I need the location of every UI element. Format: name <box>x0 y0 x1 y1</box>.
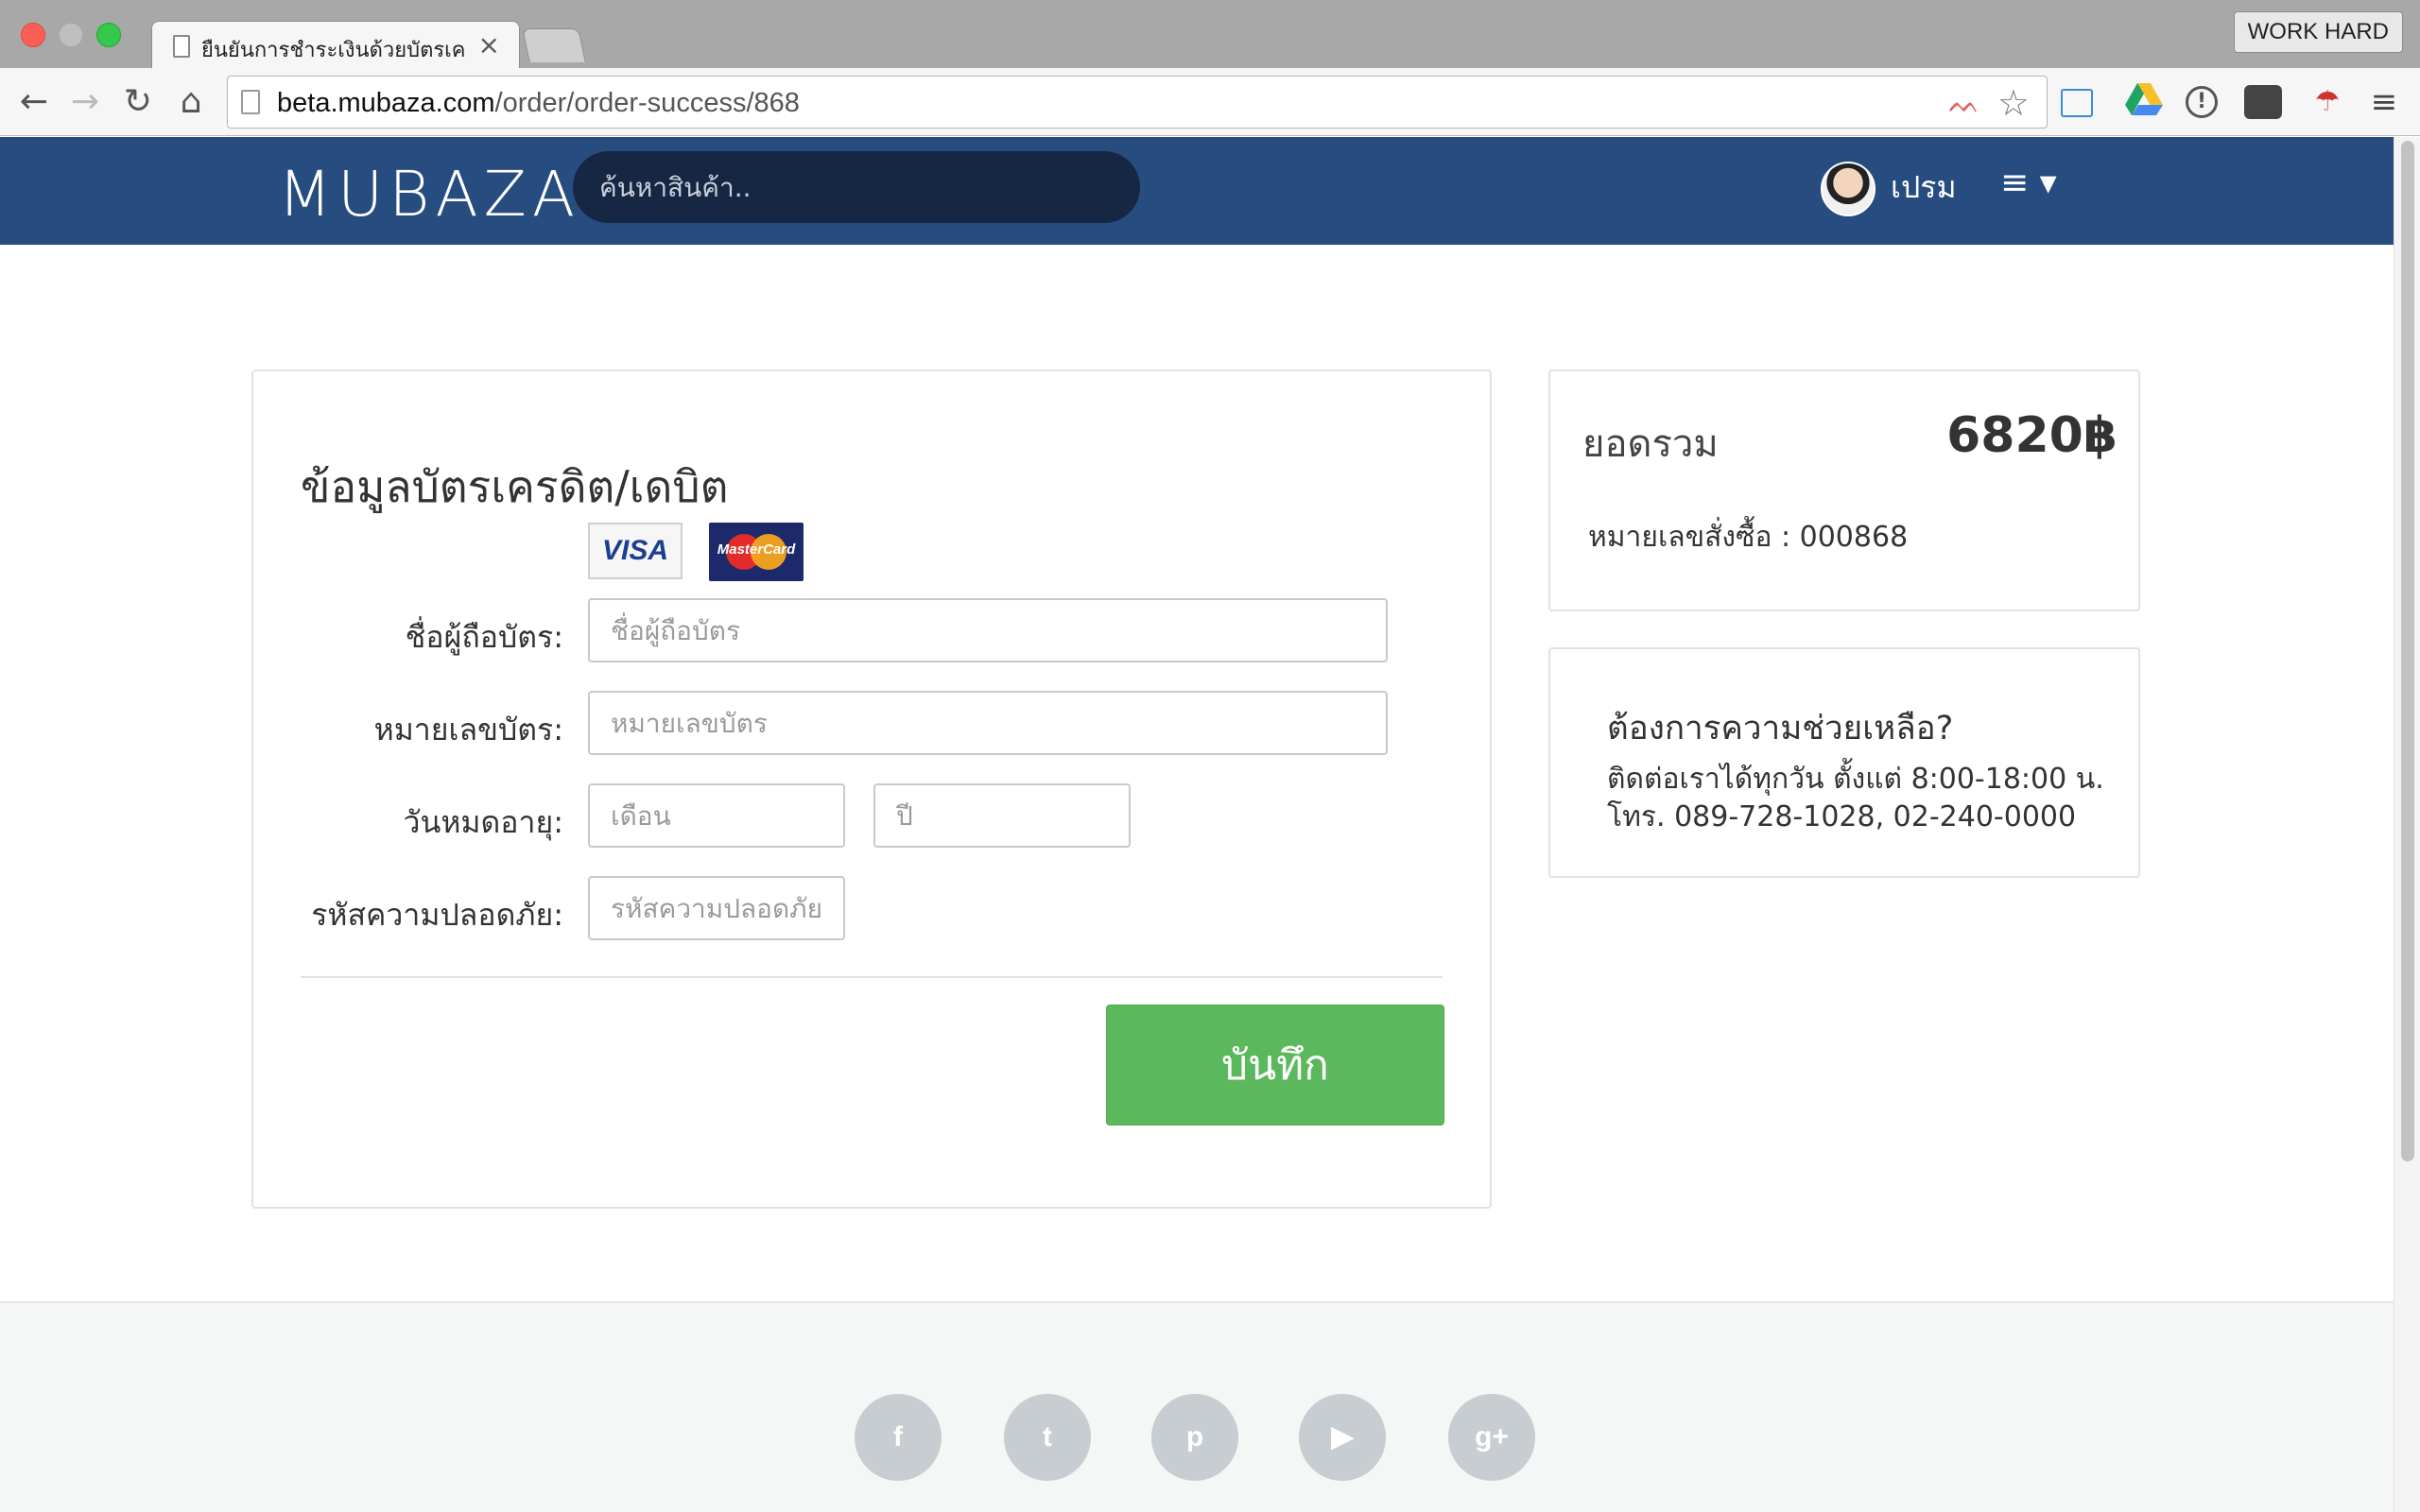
hamburger-menu-icon[interactable]: ≡ ▾ <box>2000 163 2057 202</box>
card-number-field[interactable] <box>588 691 1388 755</box>
username[interactable]: เปรม <box>1891 163 1957 212</box>
total-label: ยอดรวม <box>1582 422 1719 466</box>
expiry-label: วันหมดอายุ: <box>403 804 563 840</box>
url-path: /order/order-success/868 <box>494 88 800 118</box>
credit-card-form-panel: ข้อมูลบัตรเครดิต/เดบิต VISA MasterCard ช… <box>251 369 1492 1209</box>
google-plus-icon[interactable]: g+ <box>1448 1394 1535 1481</box>
page-viewport: MUBAZA เปรม ≡ ▾ ข้อมูลบัตรเครดิต/เดบิต V… <box>0 137 2394 1512</box>
google-drive-icon-svg <box>2125 83 2163 115</box>
cardnumber-label: หมายเลขบัตร: <box>373 712 563 747</box>
umbrella-extension-icon[interactable]: ☂ <box>2307 81 2348 123</box>
help-panel: ต้องการความช่วยเหลือ? ติดต่อเราได้ทุกวัน… <box>1548 647 2140 878</box>
browser-tabstrip: ยืนยันการชำระเงินด้วยบัตรเครดิ × WORK HA… <box>0 0 2420 70</box>
tab-close-icon[interactable]: × <box>478 29 500 60</box>
page-icon <box>173 35 190 58</box>
facebook-icon[interactable]: f <box>855 1394 942 1481</box>
new-tab-button[interactable] <box>522 28 586 62</box>
google-drive-icon[interactable] <box>2123 81 2165 123</box>
home-icon[interactable]: ⌂ <box>170 81 212 123</box>
save-button[interactable]: บันทึก <box>1106 1005 1444 1125</box>
profile-badge[interactable]: WORK HARD <box>2233 11 2403 53</box>
zoom-window-button[interactable] <box>96 23 121 47</box>
bookmark-star-icon[interactable]: ☆ <box>1997 82 2030 124</box>
cardholder-label: ชื่อผู้ถือบัตร: <box>405 619 563 655</box>
avatar[interactable] <box>1821 162 1876 216</box>
forward-icon[interactable]: → <box>64 81 106 123</box>
cardholder-field[interactable] <box>588 598 1388 662</box>
page-scrollbar[interactable] <box>2394 137 2420 1512</box>
page-icon <box>241 90 260 114</box>
onepassword-icon[interactable]: ! <box>2186 86 2218 118</box>
site-footer: f t p ▶ g+ <box>0 1301 2394 1512</box>
site-logo[interactable]: MUBAZA <box>278 158 580 231</box>
close-window-button[interactable] <box>21 23 45 47</box>
help-title: ต้องการความช่วยเหลือ? <box>1607 710 1954 747</box>
help-phone: โทร. 089-728-1028, 02-240-0000 <box>1607 800 2077 833</box>
cvv-label: รหัสความปลอดภัย: <box>311 897 563 933</box>
help-hours: ติดต่อเราได้ทุกวัน ตั้งแต่ 8:00-18:00 น. <box>1607 763 2104 796</box>
expiry-year-field[interactable] <box>873 783 1131 848</box>
extension-window-icon[interactable] <box>2061 89 2093 117</box>
minimize-window-button[interactable] <box>59 23 83 47</box>
scrollbar-thumb[interactable] <box>2401 141 2414 1161</box>
back-icon[interactable]: ← <box>13 81 55 123</box>
lastpass-icon[interactable]: ᨓ <box>1949 88 1980 120</box>
form-title: ข้อมูลบัตรเครดิต/เดบิต <box>301 461 729 512</box>
help-text: ติดต่อเราได้ทุกวัน ตั้งแต่ 8:00-18:00 น.… <box>1607 761 2104 836</box>
youtube-icon[interactable]: ▶ <box>1299 1394 1386 1481</box>
pocket-icon[interactable] <box>2244 85 2282 119</box>
chrome-menu-icon[interactable]: ≡ <box>2363 81 2405 123</box>
form-divider <box>301 976 1443 978</box>
cvv-field[interactable] <box>588 876 845 940</box>
mastercard-text: MasterCard <box>717 541 796 558</box>
expiry-month-field[interactable] <box>588 783 845 848</box>
order-summary-panel: ยอดรวม 6820฿ หมายเลขสั่งซื้อ : 000868 <box>1548 369 2140 611</box>
url-text[interactable]: beta.mubaza.com/order/order-success/868 <box>277 88 800 119</box>
order-number: หมายเลขสั่งซื้อ : 000868 <box>1588 521 1909 554</box>
browser-tab-active[interactable]: ยืนยันการชำระเงินด้วยบัตรเครดิ × <box>151 21 520 70</box>
url-host: beta.mubaza.com <box>277 88 495 118</box>
browser-toolbar: ← → ↻ ⌂ beta.mubaza.com/order/order-succ… <box>0 68 2420 136</box>
site-navbar: MUBAZA เปรม ≡ ▾ <box>0 137 2394 245</box>
total-value: 6820฿ <box>1946 407 2118 464</box>
mastercard-logo: MasterCard <box>709 523 804 581</box>
visa-logo: VISA <box>588 523 683 579</box>
address-bar[interactable]: beta.mubaza.com/order/order-success/868 … <box>227 76 2048 129</box>
tab-title: ยืนยันการชำระเงินด้วยบัตรเครดิ <box>201 39 466 62</box>
twitter-icon[interactable]: t <box>1004 1394 1091 1481</box>
pinterest-icon[interactable]: p <box>1151 1394 1238 1481</box>
reload-icon[interactable]: ↻ <box>117 81 159 123</box>
search-input[interactable] <box>573 151 1140 223</box>
